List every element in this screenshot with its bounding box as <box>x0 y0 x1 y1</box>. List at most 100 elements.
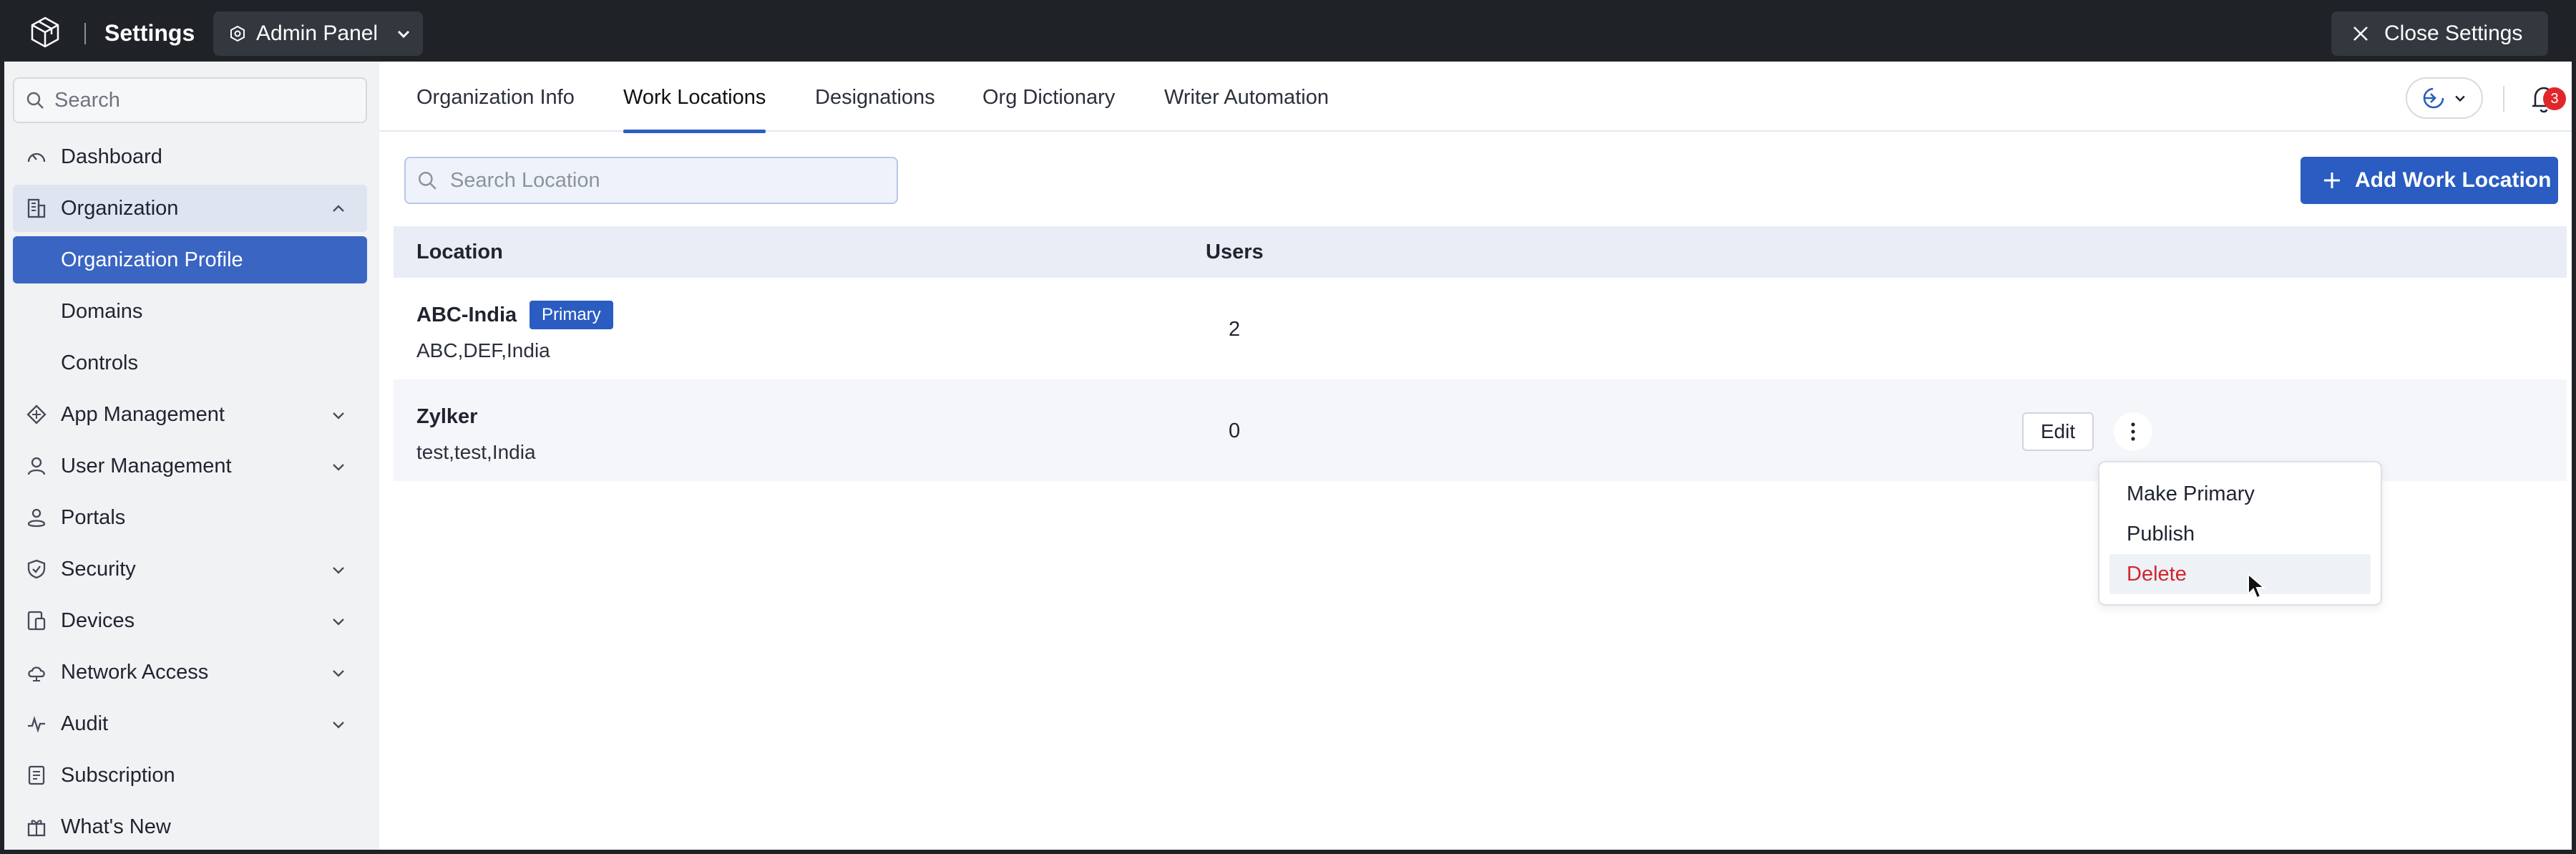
search-icon <box>26 92 44 109</box>
location-name: Zylker <box>416 405 478 428</box>
tab-org-dictionary[interactable]: Org Dictionary <box>982 86 1115 132</box>
sidebar-item-label: Devices <box>61 608 135 632</box>
gift-icon <box>27 820 46 837</box>
chevron-down-icon <box>398 30 410 39</box>
sidebar-item-label: Network Access <box>61 660 209 684</box>
sidebar-item-domains[interactable]: Domains <box>13 288 367 335</box>
close-icon <box>2353 26 2368 41</box>
edit-button[interactable]: Edit <box>2022 412 2094 451</box>
sidebar-item-organization-profile[interactable]: Organization Profile <box>13 236 367 283</box>
primary-badge: Primary <box>530 301 613 329</box>
tab-designations[interactable]: Designations <box>815 86 935 132</box>
location-address: ABC,DEF,India <box>416 339 550 362</box>
page-title: Settings <box>104 20 195 46</box>
location-users: 0 <box>1229 419 1241 442</box>
sidebar-item-label: Security <box>61 557 136 581</box>
tab-organization-info[interactable]: Organization Info <box>416 86 575 132</box>
chevron-down-icon <box>2455 95 2465 102</box>
chevron-down-icon <box>333 412 344 419</box>
publish-menu-item[interactable]: Publish <box>2109 514 2371 554</box>
delete-menu-item[interactable]: Delete <box>2109 554 2371 594</box>
make-primary-menu-item[interactable]: Make Primary <box>2109 474 2371 514</box>
sidebar-item-label: Domains <box>61 299 143 323</box>
tab-writer-automation[interactable]: Writer Automation <box>1164 86 1329 132</box>
sidebar-item-label: What's New <box>61 815 171 838</box>
sidebar-search <box>13 77 367 123</box>
location-search <box>404 157 898 204</box>
chevron-down-icon <box>333 567 344 574</box>
sidebar-item-subscription[interactable]: Subscription <box>13 752 367 799</box>
user-icon <box>27 457 46 475</box>
sidebar-item-devices[interactable]: Devices <box>13 597 367 644</box>
top-bar: Settings Admin Panel Close Settings <box>4 4 2572 62</box>
sidebar-item-whats-new[interactable]: What's New <box>13 803 367 850</box>
sidebar-search-input[interactable] <box>54 88 341 112</box>
cloud-icon <box>28 666 45 681</box>
sidebar-item-label: User Management <box>61 454 232 477</box>
pulse-icon <box>28 716 45 733</box>
app-window: Settings Admin Panel Close Settings Sear… <box>0 0 2576 854</box>
presence-status-button[interactable] <box>2406 77 2483 119</box>
sidebar-item-label: Organization <box>61 196 179 220</box>
column-header-location: Location <box>416 241 503 263</box>
notification-badge: 3 <box>2543 87 2566 110</box>
chevron-down-icon <box>333 722 344 729</box>
shield-icon <box>27 559 46 579</box>
sidebar-item-label: Audit <box>61 712 109 735</box>
sign-in-icon <box>2423 87 2444 109</box>
chevron-down-icon <box>333 464 344 471</box>
sidebar-item-label: App Management <box>61 402 225 426</box>
receipt-icon <box>28 765 45 785</box>
building-icon <box>27 198 46 218</box>
more-options-button[interactable] <box>2114 412 2152 451</box>
sidebar-item-label: Controls <box>61 351 138 374</box>
chevron-down-icon <box>333 618 344 626</box>
sidebar-item-label: Dashboard <box>61 145 162 168</box>
close-settings-button[interactable]: Close Settings <box>2331 11 2548 56</box>
sidebar-item-controls[interactable]: Controls <box>13 339 367 387</box>
sidebar-item-label: Subscription <box>61 763 175 787</box>
table-row[interactable]: ABC-India Primary ABC,DEF,India 2 <box>394 278 2567 379</box>
chevron-up-icon <box>333 205 344 212</box>
locations-table: Location Users ABC-India Primary ABC,DEF… <box>394 226 2567 481</box>
search-icon <box>418 171 436 190</box>
tab-work-locations[interactable]: Work Locations <box>623 86 766 133</box>
location-name: ABC-India <box>416 304 517 326</box>
location-address: test,test,India <box>416 441 536 463</box>
add-work-location-button[interactable]: Add Work Location <box>2301 157 2558 204</box>
sidebar-item-label: Portals <box>61 505 126 529</box>
mouse-cursor-icon <box>2248 573 2265 599</box>
sidebar-item-dashboard[interactable]: Dashboard <box>13 133 367 180</box>
admin-panel-switcher[interactable]: Admin Panel <box>213 11 423 56</box>
gauge-icon <box>27 152 46 162</box>
hexagon-icon <box>230 25 245 42</box>
more-vertical-icon <box>2131 422 2135 441</box>
sidebar-item-label: Organization Profile <box>61 248 243 271</box>
sidebar-item-app-management[interactable]: App Management <box>13 391 367 438</box>
sidebar: Dashboard Organization Organization Prof… <box>4 62 379 850</box>
close-settings-label: Close Settings <box>2384 21 2523 45</box>
chevron-down-icon <box>333 670 344 677</box>
admin-panel-label: Admin Panel <box>256 21 379 45</box>
table-header: Location Users <box>394 226 2567 278</box>
row-options-menu: Make Primary Publish Delete <box>2098 461 2382 606</box>
devices-icon <box>27 611 46 631</box>
toolbar-divider <box>2503 86 2504 112</box>
plus-icon <box>2324 173 2340 188</box>
main-content: Organization Info Work Locations Designa… <box>379 62 2572 850</box>
sidebar-item-security[interactable]: Security <box>13 545 367 593</box>
tab-bar: Organization Info Work Locations Designa… <box>379 62 2572 133</box>
sidebar-item-organization[interactable]: Organization <box>13 185 367 232</box>
location-users: 2 <box>1229 318 1241 341</box>
column-header-users: Users <box>1206 241 1264 263</box>
app-logo-icon <box>31 16 59 48</box>
apps-icon <box>26 404 47 424</box>
location-search-input[interactable] <box>450 168 879 193</box>
sidebar-item-audit[interactable]: Audit <box>13 700 367 747</box>
sidebar-item-network-access[interactable]: Network Access <box>13 649 367 696</box>
portal-icon <box>27 508 46 528</box>
topbar-divider <box>84 23 86 44</box>
add-work-location-label: Add Work Location <box>2355 168 2552 192</box>
sidebar-item-portals[interactable]: Portals <box>13 494 367 541</box>
sidebar-item-user-management[interactable]: User Management <box>13 442 367 490</box>
